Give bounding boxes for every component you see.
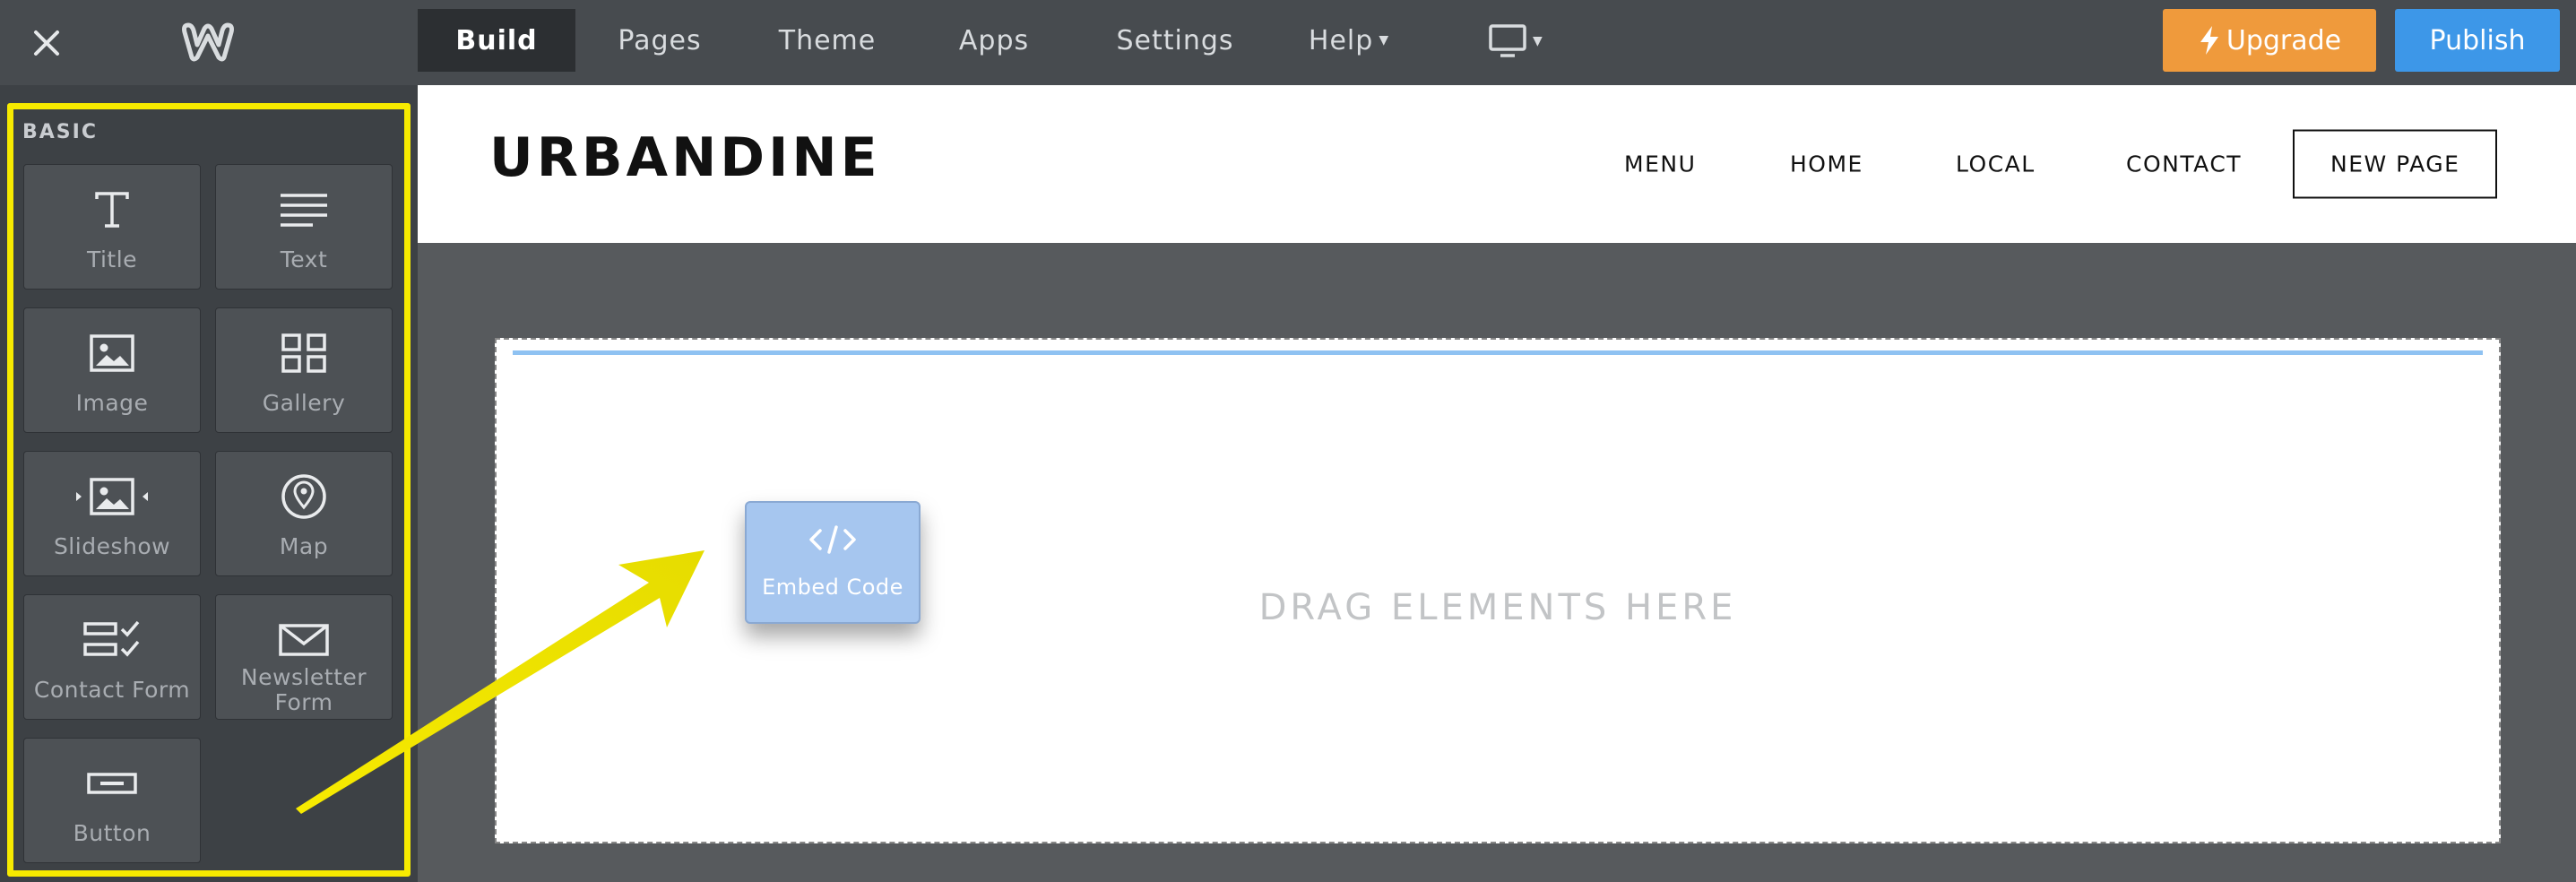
site-nav-menu[interactable]: MENU <box>1624 151 1696 177</box>
tab-settings[interactable]: Settings <box>1077 9 1273 72</box>
site-header: URBANDINE MENU HOME LOCAL CONTACT NEW PA… <box>418 85 2576 243</box>
site-nav-new-page[interactable]: NEW PAGE <box>2293 129 2498 199</box>
dragging-embed-code[interactable]: Embed Code <box>745 501 921 624</box>
drop-indicator-line <box>513 350 2483 355</box>
tab-apps[interactable]: Apps <box>911 9 1077 72</box>
code-icon <box>747 524 919 557</box>
close-icon <box>34 30 59 56</box>
tab-build[interactable]: Build <box>418 9 575 72</box>
publish-button[interactable]: Publish <box>2395 9 2560 72</box>
site-nav-home[interactable]: HOME <box>1790 151 1863 177</box>
device-switcher[interactable]: ▼ <box>1488 16 1551 66</box>
main-nav: Build Pages Theme Apps Settings Help ▼ <box>418 9 1425 72</box>
upgrade-button[interactable]: Upgrade <box>2163 9 2376 72</box>
publish-label: Publish <box>2429 24 2526 56</box>
chevron-down-icon: ▼ <box>1533 34 1543 48</box>
top-toolbar: Build Pages Theme Apps Settings Help ▼ ▼ … <box>0 0 2576 85</box>
tab-settings-label: Settings <box>1116 24 1234 56</box>
upgrade-label: Upgrade <box>2226 24 2342 56</box>
desktop-icon <box>1489 24 1526 57</box>
chevron-down-icon: ▼ <box>1379 33 1390 48</box>
dragging-label: Embed Code <box>762 575 903 600</box>
tab-theme[interactable]: Theme <box>744 9 911 72</box>
tab-help[interactable]: Help ▼ <box>1273 9 1425 72</box>
annotation-arrow <box>296 550 705 814</box>
site-title[interactable]: URBANDINE <box>489 126 881 189</box>
tab-build-label: Build <box>455 24 538 56</box>
tab-apps-label: Apps <box>958 24 1030 56</box>
site-nav-contact[interactable]: CONTACT <box>2126 151 2242 177</box>
weebly-logo-icon[interactable] <box>179 18 237 66</box>
site-nav-local[interactable]: LOCAL <box>1956 151 2036 177</box>
close-button[interactable] <box>20 16 73 70</box>
tab-pages[interactable]: Pages <box>575 9 744 72</box>
tab-pages-label: Pages <box>618 24 702 56</box>
editor-canvas: URBANDINE MENU HOME LOCAL CONTACT NEW PA… <box>418 85 2576 882</box>
tab-help-label: Help <box>1308 24 1374 56</box>
tab-theme-label: Theme <box>778 24 877 56</box>
lightning-icon <box>2200 26 2218 55</box>
